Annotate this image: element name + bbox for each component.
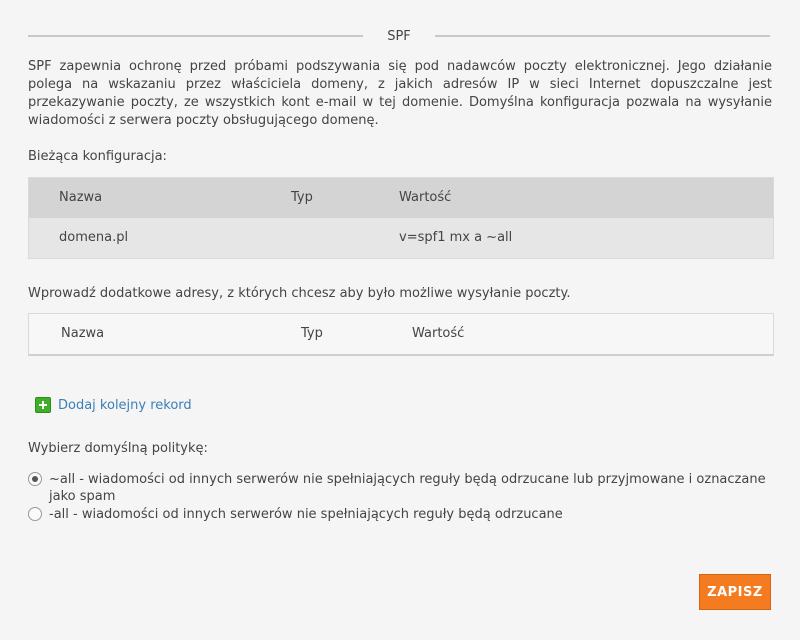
section-header: SPF — [28, 24, 771, 48]
spf-description: SPF zapewnia ochronę przed próbami podsz… — [28, 59, 772, 128]
radio-softfail[interactable] — [28, 472, 42, 486]
column-header-type: Typ — [291, 190, 313, 205]
policy-option-softfail[interactable]: ~all - wiadomości od innych serwerów nie… — [28, 471, 772, 505]
table-header: Nazwa Typ Wartość — [29, 178, 773, 218]
divider-right — [434, 35, 771, 37]
policy-option-fail-label: -all - wiadomości od innych serwerów nie… — [49, 507, 563, 522]
additional-records-table: Nazwa Typ Wartość — [28, 313, 774, 356]
column-header-value: Wartość — [412, 326, 465, 341]
column-header-value: Wartość — [399, 190, 452, 205]
record-value: v=spf1 mx a ~all — [399, 230, 513, 245]
policy-option-softfail-label: ~all - wiadomości od innych serwerów nie… — [49, 472, 766, 504]
divider-left — [28, 35, 364, 37]
section-title: SPF — [387, 28, 411, 44]
column-header-name: Nazwa — [59, 190, 103, 205]
current-config-table: Nazwa Typ Wartość domena.pl v=spf1 mx a … — [28, 177, 774, 259]
plus-icon — [35, 397, 51, 413]
policy-radio-group: ~all - wiadomości od innych serwerów nie… — [28, 471, 772, 524]
record-name: domena.pl — [59, 230, 129, 245]
additional-addresses-label: Wprowadź dodatkowe adresy, z których chc… — [28, 286, 571, 301]
column-header-type: Typ — [301, 326, 323, 341]
column-header-name: Nazwa — [61, 326, 105, 341]
table-header: Nazwa Typ Wartość — [29, 314, 773, 354]
add-record-link[interactable]: Dodaj kolejny rekord — [35, 397, 192, 413]
policy-option-fail[interactable]: -all - wiadomości od innych serwerów nie… — [28, 506, 772, 523]
policy-label: Wybierz domyślną politykę: — [28, 441, 208, 456]
add-record-label[interactable]: Dodaj kolejny rekord — [58, 398, 192, 413]
radio-fail[interactable] — [28, 507, 42, 521]
current-config-label: Bieżąca konfiguracja: — [28, 149, 167, 164]
save-button[interactable]: ZAPISZ — [699, 574, 771, 610]
table-row: domena.pl v=spf1 mx a ~all — [29, 218, 773, 258]
